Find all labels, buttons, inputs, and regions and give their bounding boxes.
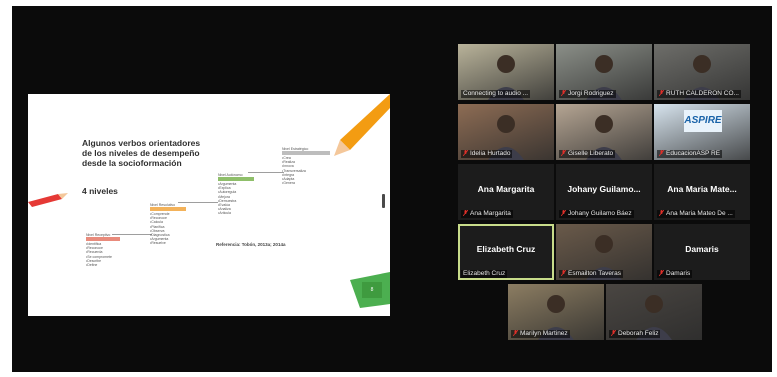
participant-tile[interactable]: Ana Maria Mate... Ana Maria Mateo De ... — [654, 164, 750, 220]
participant-label-text: Esmailton Taveras — [568, 270, 621, 277]
muted-mic-icon — [659, 150, 664, 156]
pencil-icon — [334, 94, 390, 156]
slide-reference: Referencia: Tobón, 2013a; 2014a — [216, 242, 286, 247]
step-item: Articula — [218, 211, 254, 215]
muted-mic-icon — [561, 270, 566, 276]
participant-tile[interactable]: RUTH CALDERON CO... — [654, 44, 750, 100]
step-estrategico: Nivel Estratégico CreaRealizaInnovaTrans… — [282, 146, 330, 185]
slide-subtitle: 4 niveles — [82, 186, 118, 196]
participant-name-label: Deborah Feliz — [609, 330, 661, 338]
participant-tile[interactable]: Esmailton Taveras — [556, 224, 652, 280]
participant-display-name: Ana Margarita — [477, 184, 535, 194]
muted-mic-icon — [561, 90, 566, 96]
participant-tile[interactable]: Ana Margarita Ana Margarita — [458, 164, 554, 220]
participant-tile[interactable]: Giselle Liberato — [556, 104, 652, 160]
muted-mic-icon — [659, 210, 664, 216]
participant-name-label: Giselle Liberato — [559, 150, 616, 158]
muted-mic-icon — [561, 210, 566, 216]
participant-tile[interactable]: Elizabeth Cruz Elizabeth Cruz — [458, 224, 554, 280]
participant-name-label: Damaris — [657, 270, 693, 278]
muted-mic-icon — [463, 150, 468, 156]
step-item: Genera — [282, 181, 330, 185]
muted-mic-icon — [513, 330, 518, 336]
muted-mic-icon — [463, 210, 468, 216]
participant-display-name: Elizabeth Cruz — [476, 244, 536, 254]
participant-name-label: Johany Guilamo Báez — [559, 210, 634, 218]
splitter-handle[interactable] — [382, 194, 385, 208]
participant-name-label: RUTH CALDERON CO... — [657, 90, 741, 98]
participant-tile[interactable]: Connecting to audio ... — [458, 44, 554, 100]
participant-tile[interactable]: Damaris Damaris — [654, 224, 750, 280]
participant-tile[interactable]: Johany Guilamo... Johany Guilamo Báez — [556, 164, 652, 220]
participant-tile[interactable]: Deborah Feliz — [606, 284, 702, 340]
participant-tile[interactable]: ASPIRE EducacionASP RE — [654, 104, 750, 160]
muted-mic-icon — [659, 90, 664, 96]
participant-tile[interactable]: Marilyn Martinez — [508, 284, 604, 340]
participant-label-text: Ana Margarita — [470, 210, 511, 217]
zoom-meeting-window: Algunos verbos orientadores de los nivel… — [12, 6, 772, 372]
pencil-icon — [28, 193, 68, 207]
participant-label-text: EducacionASP RE — [666, 150, 721, 157]
participant-tile[interactable]: Jorgi Rodriguez — [556, 44, 652, 100]
participant-label-text: Deborah Feliz — [618, 330, 659, 337]
step-autonomo: Nivel Autónomo ArgumentaExplicaAutoregul… — [218, 172, 254, 216]
participant-name-label: EducacionASP RE — [657, 150, 723, 158]
step-receptivo: Nivel Receptivo IdentificaReconoceRecuer… — [86, 232, 120, 267]
step-item: Define — [86, 263, 120, 267]
participant-display-name: Ana Maria Mate... — [667, 184, 737, 194]
participant-name-label: Ana Margarita — [461, 210, 513, 218]
participant-label-text: Connecting to audio ... — [463, 90, 529, 97]
shared-screen-slide[interactable]: Algunos verbos orientadores de los nivel… — [28, 94, 390, 316]
participant-name-label: Esmailton Taveras — [559, 270, 623, 278]
muted-mic-icon — [561, 150, 566, 156]
participant-tile[interactable]: Idelia Hurtado — [458, 104, 554, 160]
participant-name-label: Elizabeth Cruz — [461, 270, 508, 278]
participant-label-text: Marilyn Martinez — [520, 330, 568, 337]
participant-display-name: Damaris — [685, 244, 719, 254]
muted-mic-icon — [611, 330, 616, 336]
participant-name-label: Connecting to audio ... — [461, 90, 531, 98]
participant-display-name: Johany Guilamo... — [567, 184, 641, 194]
participant-name-label: Ana Maria Mateo De ... — [657, 210, 735, 218]
participant-name-label: Marilyn Martinez — [511, 330, 570, 338]
participant-label-text: Elizabeth Cruz — [463, 270, 506, 277]
participant-label-text: Damaris — [666, 270, 691, 277]
slide-title: Algunos verbos orientadores de los nivel… — [82, 138, 201, 168]
participant-label-text: Giselle Liberato — [568, 150, 614, 157]
participant-name-label: Jorgi Rodriguez — [559, 90, 616, 98]
participant-label-text: Ana Maria Mateo De ... — [666, 210, 733, 217]
participant-name-label: Idelia Hurtado — [461, 150, 513, 158]
aspire-logo: ASPIRE — [684, 110, 722, 132]
slide-page-number: 8 — [362, 282, 382, 298]
step-item: Resuelve — [150, 241, 186, 245]
participant-label-text: Jorgi Rodriguez — [568, 90, 614, 97]
muted-mic-icon — [659, 270, 664, 276]
participant-label-text: RUTH CALDERON CO... — [666, 90, 739, 97]
step-resolutivo: Nivel Resolutivo ComprendeReconoceCalcul… — [150, 202, 186, 246]
participant-label-text: Johany Guilamo Báez — [568, 210, 632, 217]
participant-label-text: Idelia Hurtado — [470, 150, 511, 157]
